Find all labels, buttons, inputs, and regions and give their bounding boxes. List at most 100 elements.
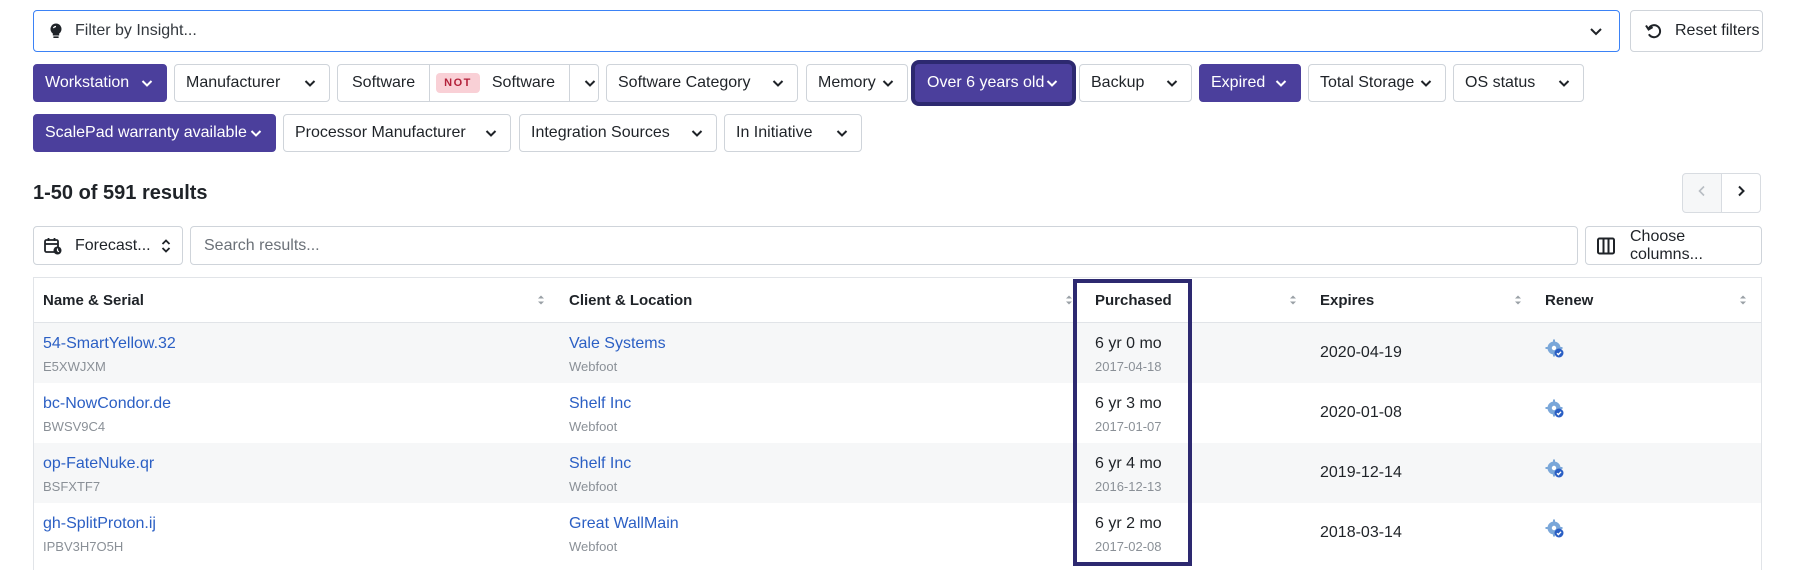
chip-software-value: Software [491, 74, 556, 91]
chip-total-storage-label: Total Storage [1320, 74, 1415, 91]
table-row: bc-NowCondor.de BWSV9C4 Shelf Inc Webfoo… [34, 383, 1761, 443]
asset-name-link[interactable]: bc-NowCondor.de [43, 395, 171, 413]
chip-workstation[interactable]: Workstation [33, 64, 167, 102]
chip-manufacturer-label: Manufacturer [186, 74, 281, 91]
chip-total-storage[interactable]: Total Storage [1308, 64, 1446, 102]
purchased-age: 6 yr 4 mo [1095, 455, 1162, 472]
column-header-label: Purchased [1095, 291, 1172, 309]
client-location: Webfoot [569, 359, 618, 374]
chip-over-6-years-old[interactable]: Over 6 years old [915, 64, 1072, 102]
table-row: 54-SmartYellow.32 E5XWJXM Vale Systems W… [34, 323, 1761, 383]
client-link[interactable]: Vale Systems [569, 335, 666, 353]
column-header-label: Expires [1320, 291, 1375, 309]
results-table: Name & Serial Client & Location Purchase… [33, 277, 1762, 570]
chevron-down-icon [1044, 75, 1060, 91]
chip-over-6-years-old-label: Over 6 years old [927, 74, 1045, 91]
asset-name-link[interactable]: gh-SplitProton.ij [43, 515, 156, 533]
chip-software-category[interactable]: Software Category [606, 64, 798, 102]
column-header-client-location[interactable]: Client & Location [569, 278, 692, 322]
client-link[interactable]: Great WallMain [569, 515, 679, 533]
chip-backup[interactable]: Backup [1079, 64, 1192, 102]
chip-os-status[interactable]: OS status [1453, 64, 1584, 102]
client-link[interactable]: Shelf Inc [569, 455, 631, 473]
column-header-renew[interactable]: Renew [1545, 278, 1593, 322]
chip-memory-label: Memory [818, 74, 876, 91]
chip-expired[interactable]: Expired [1199, 64, 1301, 102]
chip-memory[interactable]: Memory [806, 64, 908, 102]
not-badge: NOT [436, 73, 480, 93]
chip-os-status-label: OS status [1465, 74, 1536, 91]
column-header-label: Client & Location [569, 291, 693, 309]
expires-date: 2020-01-08 [1320, 404, 1402, 421]
chevron-left-icon [1695, 184, 1709, 203]
purchased-date: 2017-01-07 [1095, 419, 1162, 434]
chevron-down-icon [689, 125, 705, 141]
purchased-age: 6 yr 3 mo [1095, 395, 1162, 412]
sort-icon[interactable] [1514, 278, 1522, 322]
chevron-down-icon [302, 75, 318, 91]
calendar-forecast-icon [43, 236, 63, 256]
chip-software-not-toggle[interactable]: NOT Software [430, 65, 571, 101]
renew-gear-icon[interactable] [1545, 459, 1565, 479]
renew-gear-icon[interactable] [1545, 399, 1565, 419]
chip-integration-sources[interactable]: Integration Sources [519, 114, 717, 152]
column-header-name-serial[interactable]: Name & Serial [43, 278, 144, 322]
purchased-age: 6 yr 2 mo [1095, 515, 1162, 532]
table-row: op-FateNuke.qr BSFXTF7 Shelf Inc Webfoot… [34, 443, 1761, 503]
chevron-down-icon [1273, 75, 1289, 91]
reset-filters-label: Reset filters [1675, 22, 1760, 39]
previous-page-button[interactable] [1682, 173, 1722, 213]
chip-software[interactable]: Software NOT Software [337, 64, 599, 102]
chip-in-initiative[interactable]: In Initiative [724, 114, 862, 152]
chevron-down-icon [570, 65, 610, 101]
chevron-right-icon [1734, 184, 1748, 203]
client-location: Webfoot [569, 479, 618, 494]
reset-filters-button[interactable]: Reset filters [1630, 10, 1763, 52]
chip-manufacturer[interactable]: Manufacturer [174, 64, 330, 102]
lightbulb-icon [45, 20, 67, 42]
client-link[interactable]: Shelf Inc [569, 395, 631, 413]
renew-gear-icon[interactable] [1545, 519, 1565, 539]
column-header-expires[interactable]: Expires [1320, 278, 1374, 322]
forecast-select[interactable]: Forecast... [33, 226, 183, 265]
table-header: Name & Serial Client & Location Purchase… [34, 278, 1761, 323]
chevron-down-icon [1164, 75, 1180, 91]
chevron-down-icon [770, 75, 786, 91]
insight-filter-placeholder: Filter by Insight... [75, 22, 197, 39]
asset-name-link[interactable]: 54-SmartYellow.32 [43, 335, 176, 353]
client-location: Webfoot [569, 539, 618, 554]
asset-name-link[interactable]: op-FateNuke.qr [43, 455, 154, 473]
chip-processor-manufacturer[interactable]: Processor Manufacturer [283, 114, 511, 152]
column-header-label: Renew [1545, 291, 1594, 309]
next-page-button[interactable] [1721, 173, 1761, 213]
purchased-date: 2016-12-13 [1095, 479, 1162, 494]
sort-icon[interactable] [537, 278, 545, 322]
purchased-age: 6 yr 0 mo [1095, 335, 1162, 352]
column-header-purchased[interactable]: Purchased [1095, 278, 1172, 322]
insight-filter-dropdown[interactable]: Filter by Insight... [33, 10, 1620, 52]
columns-icon [1596, 236, 1616, 256]
chip-scalepad-warranty-label: ScalePad warranty available [45, 124, 247, 141]
chip-software-label: Software [338, 65, 431, 101]
results-count: 1-50 of 591 results [33, 182, 208, 204]
renew-gear-icon[interactable] [1545, 339, 1565, 359]
forecast-label: Forecast... [75, 236, 151, 254]
reset-icon [1643, 20, 1665, 42]
asset-serial: IPBV3H7O5H [43, 539, 124, 554]
sort-icon[interactable] [1289, 278, 1297, 322]
chevron-down-icon [1418, 75, 1434, 91]
column-header-label: Name & Serial [43, 291, 144, 309]
select-arrows-icon [160, 237, 172, 255]
chevron-down-icon [248, 125, 264, 141]
sort-icon[interactable] [1065, 278, 1073, 322]
client-location: Webfoot [569, 419, 618, 434]
choose-columns-button[interactable]: Choose columns... [1585, 226, 1762, 265]
search-results-input[interactable] [190, 226, 1578, 265]
chip-processor-manufacturer-label: Processor Manufacturer [295, 124, 466, 141]
sort-icon[interactable] [1739, 278, 1747, 322]
chevron-down-icon [139, 75, 155, 91]
chevron-down-icon [834, 125, 850, 141]
chip-scalepad-warranty[interactable]: ScalePad warranty available [33, 114, 276, 152]
chip-backup-label: Backup [1091, 74, 1145, 91]
purchased-date: 2017-04-18 [1095, 359, 1162, 374]
